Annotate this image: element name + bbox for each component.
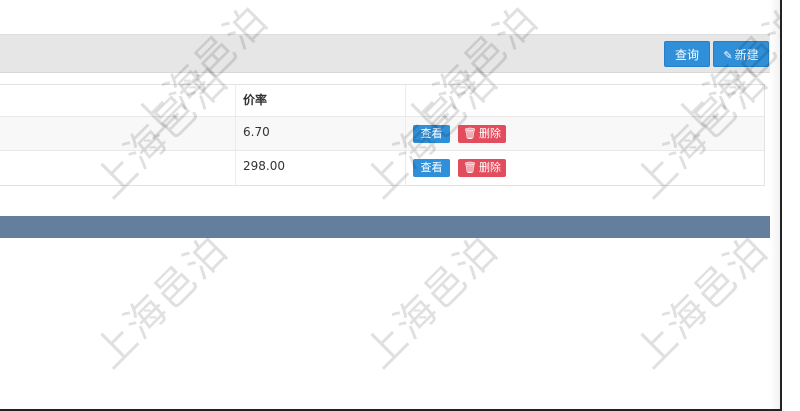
new-button-label: 新建	[734, 48, 759, 62]
view-button[interactable]: 查看	[413, 125, 450, 143]
app-frame: 查询 ✎ 新建 价率 6.70 查看 🗑 删除 298.00 查看 🗑 删除 上…	[0, 0, 782, 411]
table-header-row: 价率	[0, 85, 764, 117]
view-button-label: 查看	[420, 127, 443, 140]
watermark: 上海邑泊	[626, 226, 778, 378]
table-row: 298.00 查看 🗑 删除	[0, 151, 764, 185]
delete-button[interactable]: 🗑 删除	[458, 159, 506, 177]
watermark: 上海邑泊	[86, 226, 238, 378]
query-button-label: 查询	[674, 48, 699, 62]
trash-icon: 🗑	[463, 161, 477, 174]
delete-button[interactable]: 🗑 删除	[458, 125, 506, 143]
column-header-rate: 价率	[235, 85, 405, 116]
delete-button-label: 删除	[478, 127, 501, 140]
new-button[interactable]: ✎ 新建	[713, 41, 769, 67]
rate-cell: 298.00	[235, 151, 405, 185]
column-header-actions	[405, 85, 763, 116]
actions-cell: 查看 🗑 删除	[405, 151, 763, 185]
table-row: 6.70 查看 🗑 删除	[0, 117, 764, 151]
actions-cell: 查看 🗑 删除	[405, 117, 763, 150]
footer-bar	[0, 216, 780, 238]
view-button-label: 查看	[420, 161, 443, 174]
view-button[interactable]: 查看	[413, 159, 450, 177]
query-button[interactable]: 查询	[664, 41, 710, 67]
watermark: 上海邑泊	[356, 226, 508, 378]
pencil-icon: ✎	[723, 49, 733, 62]
delete-button-label: 删除	[478, 161, 501, 174]
rate-cell: 6.70	[235, 117, 405, 150]
data-table: 价率 6.70 查看 🗑 删除 298.00 查看 🗑 删除	[0, 84, 765, 186]
trash-icon: 🗑	[463, 127, 477, 140]
toolbar	[0, 34, 780, 73]
scroll-edge	[770, 0, 780, 409]
